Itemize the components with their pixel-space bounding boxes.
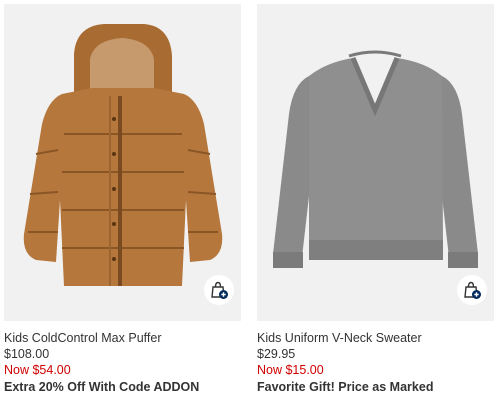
promo-text: Extra 20% Off With Code ADDON [4,380,200,394]
product-info: Kids ColdControl Max Puffer $108.00 Now … [4,321,241,396]
product-name[interactable]: Kids Uniform V-Neck Sweater [257,330,494,346]
original-price: $29.95 [257,347,296,361]
quick-add-bag-icon [464,281,481,299]
product-info: Kids Uniform V-Neck Sweater $29.95 Now $… [257,321,494,396]
quick-add-button[interactable] [204,275,234,305]
original-price: $108.00 [4,347,50,361]
quick-add-button[interactable] [457,275,487,305]
promo-text: Favorite Gift! Price as Marked [257,380,434,394]
product-image[interactable] [257,4,494,321]
v-neck-sweater-image [273,50,478,268]
sale-price: Now $15.00 [257,363,324,377]
product-name[interactable]: Kids ColdControl Max Puffer [4,330,241,346]
sale-price: Now $54.00 [4,363,71,377]
product-grid: Kids ColdControl Max Puffer $108.00 Now … [0,0,499,403]
product-card[interactable]: Kids ColdControl Max Puffer $108.00 Now … [4,4,241,396]
product-card[interactable]: Kids Uniform V-Neck Sweater $29.95 Now $… [257,4,494,396]
quick-add-bag-icon [211,281,228,299]
product-image[interactable] [4,4,241,321]
puffer-jacket-image [23,24,223,286]
